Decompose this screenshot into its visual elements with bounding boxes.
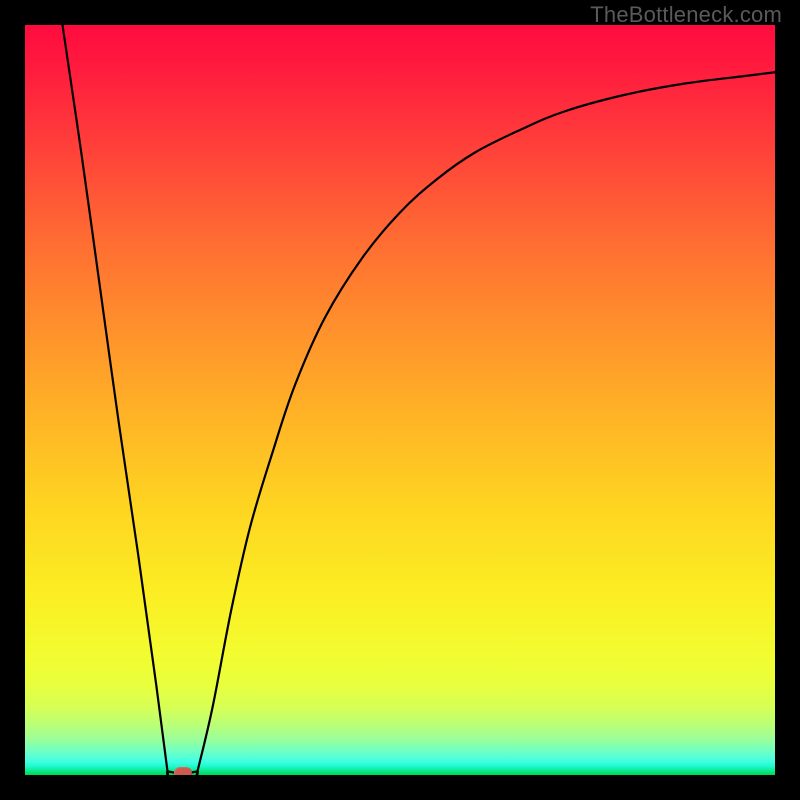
chart-frame: TheBottleneck.com <box>0 0 800 800</box>
curve-path <box>63 25 776 775</box>
watermark-text: TheBottleneck.com <box>590 2 782 28</box>
plot-area <box>25 25 775 775</box>
bottleneck-curve <box>25 25 775 775</box>
optimal-point-marker <box>174 767 192 775</box>
